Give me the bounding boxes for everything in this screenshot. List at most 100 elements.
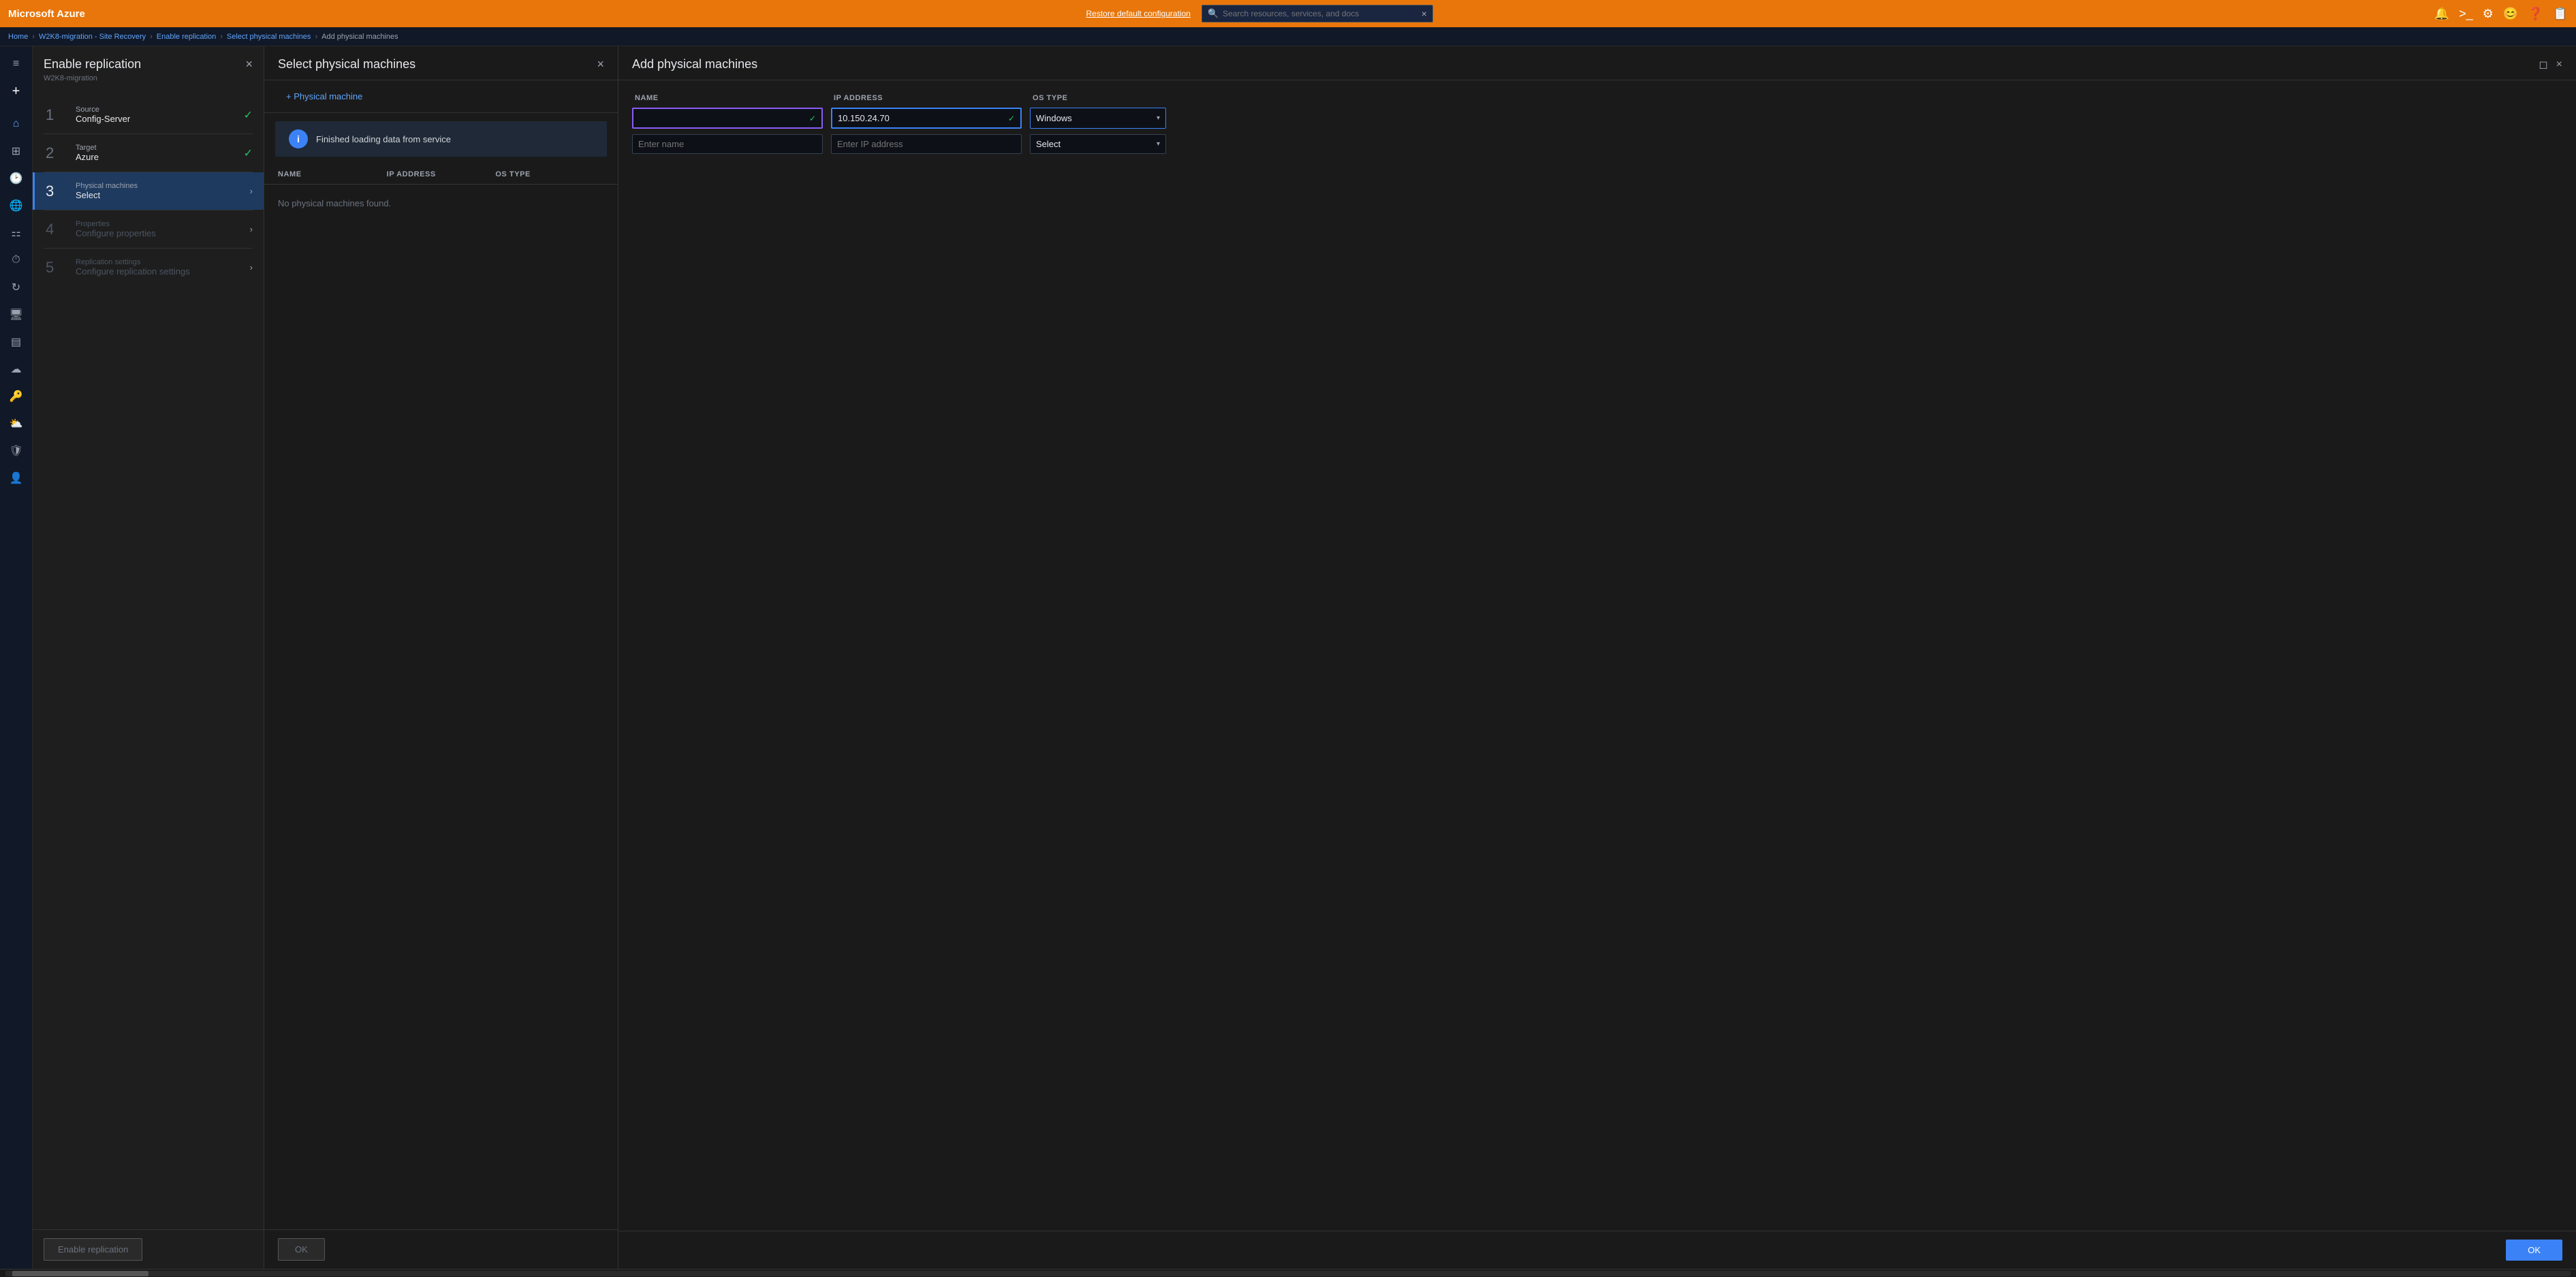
breadcrumb-site-recovery[interactable]: W2K8-migration - Site Recovery: [39, 33, 146, 41]
ip-input-1[interactable]: ✓: [831, 108, 1022, 129]
add-panel-header-icons: ◻ ×: [2539, 58, 2562, 72]
panel-header: Enable replication ×: [33, 46, 264, 74]
select-panel-header: Select physical machines ×: [264, 46, 618, 80]
info-icon: i: [289, 129, 308, 148]
step-3-value: Select: [76, 190, 240, 200]
sidebar-icon-shield[interactable]: 🛡: [4, 439, 29, 463]
machines-table-header: NAME IP ADDRESS OS TYPE: [264, 165, 618, 185]
select-panel-footer: OK: [264, 1229, 618, 1269]
enable-panel-close[interactable]: ×: [245, 57, 253, 72]
add-physical-machine-button[interactable]: + Physical machine: [278, 87, 371, 106]
feedback-icon[interactable]: 📋: [2553, 7, 2568, 21]
add-panel-close-icon[interactable]: ×: [2556, 59, 2562, 71]
add-table-row-2: Select ▾: [632, 134, 2562, 154]
sidebar-icon-recent[interactable]: 🕑: [4, 166, 29, 191]
add-table-row-1: ✓ ✓ Windows ▾: [632, 108, 2562, 129]
step-4: 4 Properties Configure properties ›: [33, 210, 264, 248]
step-1-number: 1: [46, 106, 66, 124]
sidebar-icon-cloud[interactable]: ☁: [4, 357, 29, 381]
sep3: ›: [220, 33, 223, 41]
step-4-label: Properties: [76, 220, 240, 228]
sidebar-icon-collapse[interactable]: ≡: [4, 52, 29, 76]
step-3[interactable]: 3 Physical machines Select ›: [33, 172, 264, 210]
no-machines-message: No physical machines found.: [264, 185, 618, 222]
breadcrumb-home[interactable]: Home: [8, 33, 28, 41]
sidebar-icon-storage[interactable]: ▤: [4, 330, 29, 354]
step-4-value: Configure properties: [76, 228, 240, 238]
notifications-icon[interactable]: 🔔: [2434, 7, 2449, 21]
step-2-check-icon: ✓: [244, 146, 253, 160]
sidebar-icon-cloud2[interactable]: ⛅: [4, 411, 29, 436]
name-input-1[interactable]: ✓: [632, 108, 823, 129]
select-ok-button[interactable]: OK: [278, 1238, 325, 1261]
os-value-1: Windows: [1036, 113, 1072, 123]
col-ip: IP ADDRESS: [387, 170, 496, 178]
col-name: NAME: [278, 170, 387, 178]
add-ok-button[interactable]: OK: [2506, 1240, 2562, 1261]
brand-logo: Microsoft Azure: [8, 8, 85, 20]
restore-link[interactable]: Restore default configuration: [1086, 9, 1191, 18]
clear-icon[interactable]: ×: [1421, 8, 1427, 19]
enable-replication-panel: Enable replication × W2K8-migration 1 So…: [33, 46, 264, 1269]
col-os: OS TYPE: [495, 170, 604, 178]
step-3-number: 3: [46, 183, 66, 200]
step-5-number: 5: [46, 259, 66, 277]
enable-replication-button[interactable]: Enable replication: [44, 1238, 142, 1261]
sidebar-icon-home[interactable]: ⌂: [4, 112, 29, 136]
scrollbar-thumb[interactable]: [12, 1271, 148, 1276]
sidebar-icon-monitor[interactable]: 🖥: [4, 302, 29, 327]
add-table-header: NAME IP ADDRESS OS TYPE: [632, 94, 2562, 102]
bottom-scrollbar[interactable]: [0, 1269, 2576, 1277]
name-field-1[interactable]: [639, 113, 809, 123]
add-machine-toolbar: + Physical machine: [264, 80, 618, 113]
os-chevron-1: ▾: [1157, 114, 1160, 122]
search-icon: 🔍: [1208, 8, 1219, 19]
info-text: Finished loading data from service: [316, 134, 451, 144]
os-chevron-2: ▾: [1157, 140, 1160, 148]
step-1-value: Config-Server: [76, 114, 234, 124]
ip-field-2[interactable]: [831, 134, 1022, 154]
add-panel-header: Add physical machines ◻ ×: [618, 46, 2576, 80]
minimize-icon[interactable]: ◻: [2539, 58, 2547, 72]
sidebar-icon-key[interactable]: 🔑: [4, 384, 29, 409]
os-select-1[interactable]: Windows ▾: [1030, 108, 1166, 129]
search-bar: 🔍 ×: [1201, 5, 1433, 22]
name-field-2[interactable]: [632, 134, 823, 154]
top-bar-actions: 🔔 >_ ⚙ 😊 ❓ 📋: [2434, 7, 2568, 21]
sidebar-icon-user[interactable]: 👤: [4, 466, 29, 490]
add-panel-title: Add physical machines: [632, 57, 757, 72]
sidebar-icon-clock[interactable]: ⏱: [4, 248, 29, 272]
sep1: ›: [32, 33, 35, 41]
step-2-value: Azure: [76, 152, 234, 162]
scrollbar-track: [5, 1271, 2571, 1276]
ip-check-icon-1: ✓: [1008, 114, 1015, 123]
add-panel-body: NAME IP ADDRESS OS TYPE ✓ ✓ Windows ▾: [618, 80, 2576, 1231]
step-1-label: Source: [76, 106, 234, 114]
breadcrumb-enable-replication[interactable]: Enable replication: [157, 33, 216, 41]
settings-icon[interactable]: ⚙: [2483, 7, 2494, 21]
os-select-2[interactable]: Select ▾: [1030, 134, 1166, 154]
step-2[interactable]: 2 Target Azure ✓: [33, 134, 264, 172]
select-panel-title: Select physical machines: [278, 57, 415, 72]
sidebar-icon-dashboard[interactable]: ⊞: [4, 139, 29, 163]
name-check-icon-1: ✓: [809, 114, 816, 123]
search-input[interactable]: [1223, 9, 1417, 18]
panel-title: Enable replication: [44, 57, 141, 72]
sidebar-icon-apps[interactable]: ⚏: [4, 221, 29, 245]
step-5-chevron-icon: ›: [250, 262, 253, 272]
step-4-chevron-icon: ›: [250, 224, 253, 234]
terminal-icon[interactable]: >_: [2459, 7, 2473, 21]
breadcrumb-select-machines[interactable]: Select physical machines: [227, 33, 311, 41]
step-3-info: Physical machines Select: [76, 182, 240, 200]
ip-field-1[interactable]: [838, 113, 1008, 123]
info-bar: i Finished loading data from service: [275, 121, 607, 157]
select-panel-close[interactable]: ×: [597, 57, 604, 72]
sidebar-icon-globe[interactable]: 🌐: [4, 193, 29, 218]
smiley-icon[interactable]: 😊: [2503, 7, 2518, 21]
sidebar-icon-refresh[interactable]: ↻: [4, 275, 29, 300]
panel-steps: 1 Source Config-Server ✓ 2 Target Azure …: [33, 91, 264, 1229]
sidebar-icon-create[interactable]: +: [4, 79, 29, 104]
help-icon[interactable]: ❓: [2528, 7, 2543, 21]
step-1[interactable]: 1 Source Config-Server ✓: [33, 96, 264, 133]
step-4-info: Properties Configure properties: [76, 220, 240, 238]
